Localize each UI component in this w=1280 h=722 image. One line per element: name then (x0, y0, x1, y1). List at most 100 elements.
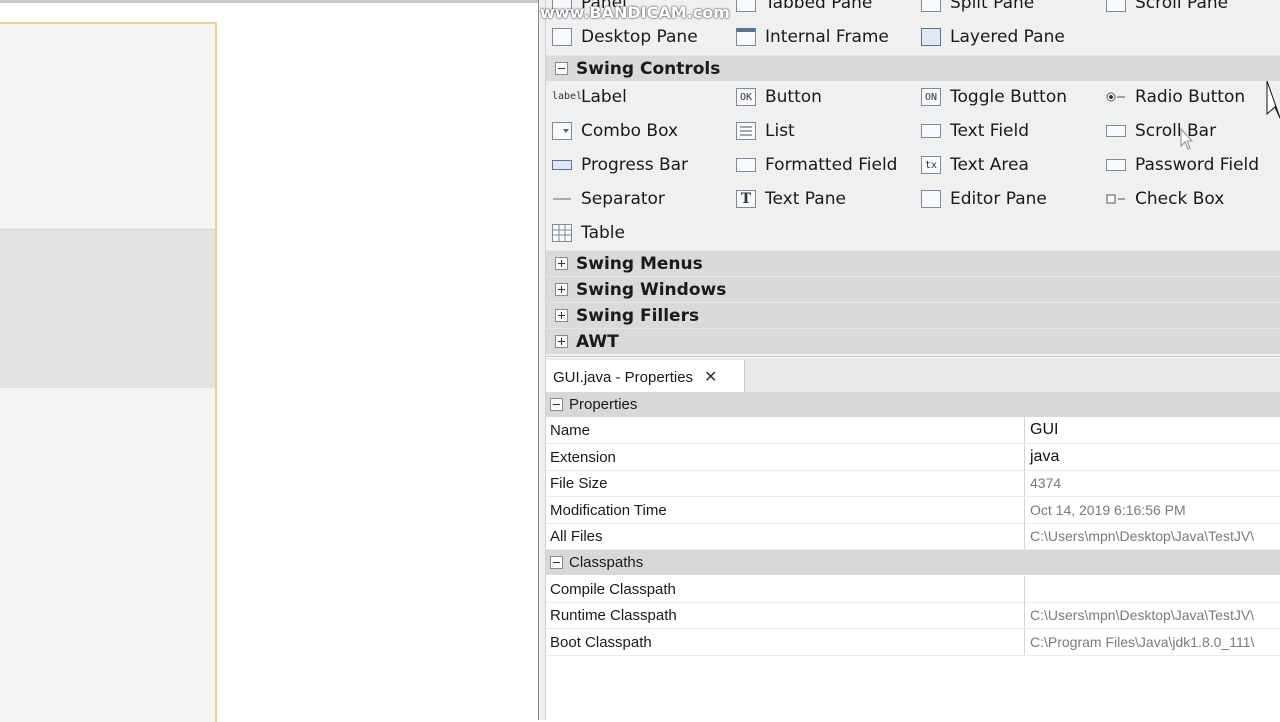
palette-item-separator[interactable]: Separator (552, 184, 665, 214)
section-label: Properties (569, 396, 638, 413)
property-row-modification-time[interactable]: Modification Time Oct 14, 2019 6:16:56 P… (546, 497, 1280, 524)
property-row-name[interactable]: Name GUI (546, 417, 1280, 444)
palette-item-password-field[interactable]: Password Field (1106, 150, 1259, 180)
combo-box-icon (552, 122, 572, 140)
form-region-bottom[interactable] (0, 388, 215, 722)
palette-item-text-field[interactable]: Text Field (921, 116, 1029, 146)
property-name: Name (550, 422, 591, 439)
property-row-extension[interactable]: Extension java (546, 444, 1280, 471)
palette-item-formatted-field[interactable]: Formatted Field (736, 150, 897, 180)
expand-icon[interactable] (555, 309, 568, 322)
label-icon: label (552, 91, 583, 102)
category-swing-menus[interactable]: Swing Menus (546, 250, 1280, 276)
radio-button-icon (1106, 88, 1126, 106)
palette-item-scroll-bar[interactable]: Scroll Bar (1106, 116, 1216, 146)
desktop-pane-icon (552, 28, 572, 46)
expand-icon[interactable] (555, 335, 568, 348)
property-value: 4374 (1024, 470, 1280, 496)
palette-item-label: Toggle Button (950, 87, 1068, 107)
property-value-field[interactable]: java (1024, 444, 1280, 470)
recording-watermark: www.BANDICAM.com (540, 3, 730, 22)
form-canvas[interactable] (0, 22, 217, 722)
palette-item-split-pane[interactable]: Split Pane (921, 0, 1034, 18)
palette-item-table[interactable]: Table (552, 218, 625, 248)
palette-item-tabbed-pane[interactable]: Tabbed Pane (736, 0, 872, 18)
palette-item-text-area[interactable]: tx Text Area (921, 150, 1029, 180)
palette-item-desktop-pane[interactable]: Desktop Pane (552, 22, 698, 52)
ghost-cursor-icon (1180, 128, 1194, 150)
category-swing-controls[interactable]: Swing Controls (546, 55, 1280, 81)
property-value-field[interactable]: GUI (1024, 417, 1280, 443)
palette-item-label-control[interactable]: label Label (552, 82, 627, 112)
layered-pane-icon (921, 28, 941, 46)
section-classpaths[interactable]: Classpaths (546, 550, 1280, 575)
properties-window: GUI.java - Properties ✕ Properties Name … (546, 356, 1280, 721)
collapse-icon[interactable] (555, 62, 568, 75)
progress-bar-icon (552, 160, 572, 170)
palette-item-label: Radio Button (1135, 87, 1246, 107)
palette-item-label: Scroll Pane (1135, 0, 1229, 13)
property-name: Runtime Classpath (550, 607, 677, 624)
scroll-bar-icon (1106, 125, 1126, 137)
palette-item-label: Text Pane (765, 189, 846, 209)
palette-item-combo-box[interactable]: Combo Box (552, 116, 678, 146)
property-name: File Size (550, 475, 608, 492)
tabbed-pane-icon (736, 0, 756, 12)
category-label: AWT (576, 331, 619, 352)
property-name: Extension (550, 449, 616, 466)
category-swing-fillers[interactable]: Swing Fillers (546, 302, 1280, 328)
palette-item-label: Table (581, 223, 625, 243)
expand-icon[interactable] (555, 283, 568, 296)
palette-item-scroll-pane[interactable]: Scroll Pane (1106, 0, 1228, 18)
form-region-top[interactable] (0, 24, 215, 228)
palette-item-layered-pane[interactable]: Layered Pane (921, 22, 1065, 52)
button-icon: OK (736, 88, 756, 106)
category-label: Swing Menus (576, 253, 703, 274)
property-row-runtime-classpath[interactable]: Runtime Classpath C:\Users\mpn\Desktop\J… (546, 602, 1280, 629)
property-name: All Files (550, 528, 603, 545)
list-icon (736, 122, 756, 140)
palette-item-toggle-button[interactable]: ON Toggle Button (921, 82, 1067, 112)
palette-item-label: Editor Pane (950, 189, 1047, 209)
palette-item-button[interactable]: OK Button (736, 82, 822, 112)
text-area-icon: tx (921, 156, 941, 174)
palette-item-radio-button[interactable]: Radio Button (1106, 82, 1245, 112)
property-row-boot-classpath[interactable]: Boot Classpath C:\Program Files\Java\jdk… (546, 629, 1280, 656)
palette-item-progress-bar[interactable]: Progress Bar (552, 150, 688, 180)
form-selected-component[interactable] (0, 229, 215, 389)
palette-item-label: Password Field (1135, 155, 1260, 175)
palette-item-label: Scroll Bar (1135, 121, 1217, 141)
property-row-all-files[interactable]: All Files C:\Users\mpn\Desktop\Java\Test… (546, 523, 1280, 550)
palette-item-label: Layered Pane (950, 27, 1065, 47)
collapse-icon[interactable] (550, 556, 563, 569)
section-label: Classpaths (569, 554, 644, 571)
expand-icon[interactable] (555, 257, 568, 270)
property-value: C:\Users\mpn\Desktop\Java\TestJV\ (1024, 523, 1280, 549)
scroll-pane-icon (1106, 0, 1126, 12)
palette-item-check-box[interactable]: Check Box (1106, 184, 1224, 214)
table-icon (552, 224, 572, 242)
palette-item-label: Combo Box (581, 121, 679, 141)
palette-item-editor-pane[interactable]: Editor Pane (921, 184, 1047, 214)
splitter-handle[interactable] (538, 0, 546, 720)
palette-item-label: Internal Frame (765, 27, 889, 47)
formatted-field-icon (736, 158, 756, 172)
collapse-icon[interactable] (550, 398, 563, 411)
tab-gui-properties[interactable]: GUI.java - Properties ✕ (546, 360, 745, 394)
palette-item-label: Button (765, 87, 822, 107)
category-swing-windows[interactable]: Swing Windows (546, 276, 1280, 302)
category-label: Swing Fillers (576, 305, 700, 326)
section-properties[interactable]: Properties (546, 392, 1280, 417)
palette-item-list[interactable]: List (736, 116, 795, 146)
property-value (1024, 576, 1280, 602)
close-icon[interactable]: ✕ (704, 367, 717, 387)
category-awt[interactable]: AWT (546, 328, 1280, 354)
separator-icon (552, 190, 572, 208)
property-row-compile-classpath[interactable]: Compile Classpath (546, 576, 1280, 603)
mouse-cursor-icon (1266, 80, 1280, 119)
designer-top-border (0, 0, 538, 3)
properties-tab-bar: GUI.java - Properties ✕ (546, 358, 1280, 395)
property-row-file-size[interactable]: File Size 4374 (546, 470, 1280, 497)
palette-item-text-pane[interactable]: T Text Pane (736, 184, 846, 214)
palette-item-internal-frame[interactable]: Internal Frame (736, 22, 889, 52)
